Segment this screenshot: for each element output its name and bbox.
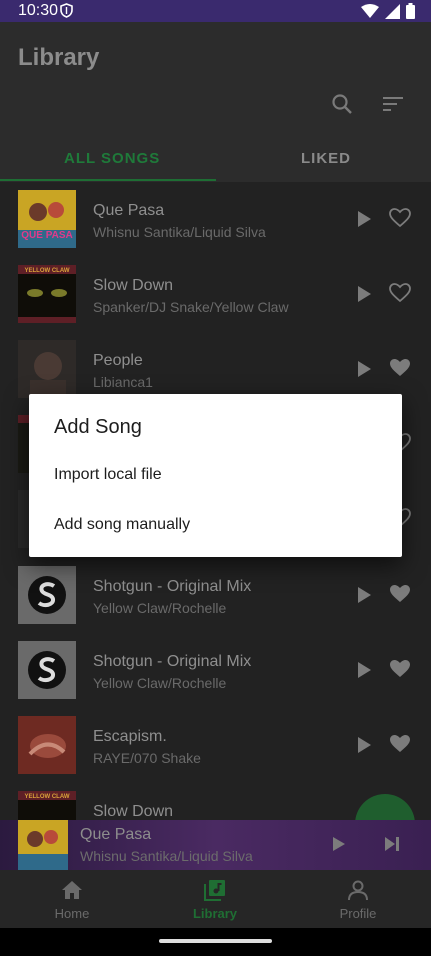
person-icon: [348, 880, 368, 901]
album-art-text: QUE PASA: [21, 230, 73, 241]
album-art-text: YELLOW CLAW: [25, 794, 70, 800]
status-bar: 10:30: [0, 0, 431, 22]
nav-profile-label: Profile: [339, 906, 377, 921]
song-artist: RAYE/070 Shake: [93, 750, 201, 766]
skip-next-icon[interactable]: [384, 836, 400, 852]
app-screen: 10:30 Library ALL SONGS LIKED QUE PASA Q…: [0, 0, 431, 956]
mini-player-title: Que Pasa: [80, 826, 152, 843]
song-artist: Libianca1: [93, 374, 153, 390]
nav-home[interactable]: Home: [12, 870, 132, 928]
mini-player-artist: Whisnu Santika/Liquid Silva: [80, 848, 253, 864]
song-title: Que Pasa: [93, 202, 165, 219]
album-art: YELLOW CLAW: [18, 791, 76, 822]
dialog-title: Add Song: [54, 416, 142, 438]
album-art-text: YELLOW CLAW: [25, 268, 70, 274]
play-icon[interactable]: [356, 210, 372, 228]
heart-outline-icon[interactable]: [389, 208, 411, 228]
tab-indicator: [0, 179, 216, 181]
tab-liked[interactable]: LIKED: [301, 150, 351, 167]
song-artist: Yellow Claw/Rochelle: [93, 600, 227, 616]
song-artist: Yellow Claw/Rochelle: [93, 675, 227, 691]
add-song-manually-option[interactable]: Add song manually: [54, 516, 190, 534]
song-title: People: [93, 352, 143, 369]
bottom-navigation: Home Library Profile: [0, 870, 431, 928]
play-icon[interactable]: [356, 586, 372, 604]
play-icon[interactable]: [356, 285, 372, 303]
mini-player-album-art: [18, 820, 68, 870]
heart-filled-icon[interactable]: [389, 734, 411, 754]
album-art: [18, 716, 76, 774]
song-row[interactable]: Escapism. RAYE/070 Shake: [0, 708, 431, 783]
heart-filled-icon[interactable]: [389, 659, 411, 679]
search-icon[interactable]: [330, 92, 354, 116]
heart-filled-icon[interactable]: [389, 584, 411, 604]
album-art: [18, 641, 76, 699]
tab-all-songs[interactable]: ALL SONGS: [64, 150, 160, 167]
battery-icon: [406, 3, 415, 19]
song-title: Shotgun - Original Mix: [93, 578, 252, 595]
song-row[interactable]: QUE PASA Que Pasa Whisnu Santika/Liquid …: [0, 182, 431, 257]
shield-icon: [60, 3, 73, 18]
wifi-icon: [361, 3, 379, 18]
play-icon[interactable]: [356, 736, 372, 754]
add-song-dialog: Add Song Import local file Add song manu…: [29, 394, 402, 557]
play-icon[interactable]: [356, 661, 372, 679]
play-icon[interactable]: [332, 836, 346, 852]
mini-player[interactable]: Que Pasa Whisnu Santika/Liquid Silva: [0, 820, 431, 870]
heart-filled-icon[interactable]: [389, 358, 411, 378]
system-navigation-area: [0, 928, 431, 956]
nav-home-label: Home: [54, 906, 90, 921]
library-music-icon: [204, 880, 225, 901]
status-time: 10:30: [18, 2, 59, 19]
nav-profile[interactable]: Profile: [298, 870, 418, 928]
signal-icon: [385, 3, 400, 19]
sort-icon[interactable]: [381, 92, 405, 116]
album-art: [18, 566, 76, 624]
song-row[interactable]: Shotgun - Original Mix Yellow Claw/Roche…: [0, 633, 431, 708]
song-artist: Spanker/DJ Snake/Yellow Claw: [93, 299, 289, 315]
album-art: [18, 340, 76, 398]
album-art: YELLOW CLAW: [18, 265, 76, 323]
heart-outline-icon[interactable]: [389, 283, 411, 303]
home-gesture-bar[interactable]: [159, 939, 272, 943]
import-local-file-option[interactable]: Import local file: [54, 466, 162, 484]
page-title: Library: [18, 44, 100, 71]
song-title: Slow Down: [93, 277, 174, 294]
home-icon: [62, 881, 82, 899]
app-bar: Library ALL SONGS LIKED: [0, 22, 431, 182]
nav-library[interactable]: Library: [155, 870, 275, 928]
song-title: Shotgun - Original Mix: [93, 653, 252, 670]
song-row[interactable]: Shotgun - Original Mix Yellow Claw/Roche…: [0, 558, 431, 633]
nav-library-label: Library: [192, 906, 238, 921]
song-title: Slow Down: [93, 803, 174, 820]
song-title: Escapism.: [93, 728, 167, 745]
song-artist: Whisnu Santika/Liquid Silva: [93, 224, 266, 240]
album-art: QUE PASA: [18, 190, 76, 248]
song-row[interactable]: YELLOW CLAW Slow Down Spanker/DJ Snake/Y…: [0, 257, 431, 332]
play-icon[interactable]: [356, 360, 372, 378]
